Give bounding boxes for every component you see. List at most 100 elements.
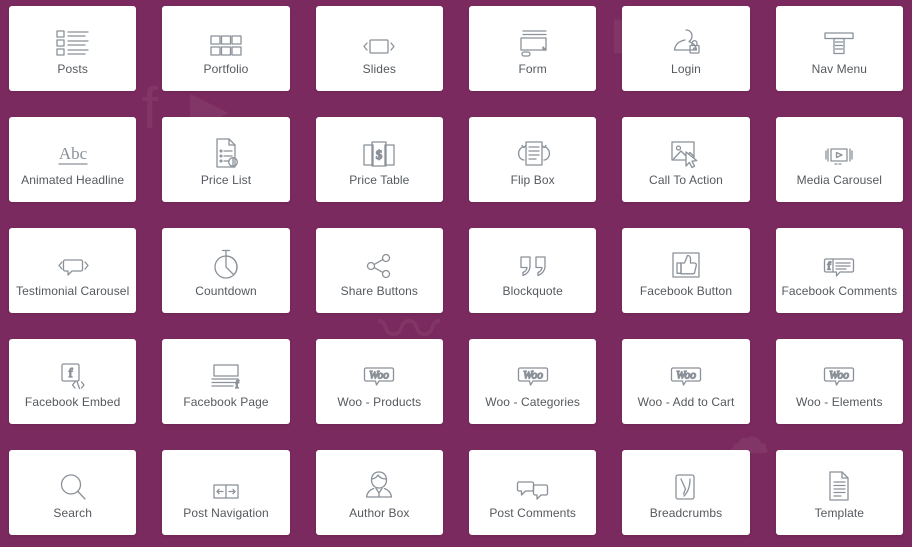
slides-icon [361, 20, 397, 58]
widget-card-price-list[interactable]: Price List [162, 117, 290, 202]
svg-text:Woo: Woo [829, 370, 849, 382]
media-carousel-icon [821, 131, 857, 169]
widget-card-label: Animated Headline [21, 173, 125, 188]
facebook-thumbs-up-icon [670, 242, 702, 280]
countdown-stopwatch-icon [211, 242, 241, 280]
widget-card-facebook-embed[interactable]: f Facebook Embed [9, 339, 137, 424]
widget-card-slides[interactable]: Slides [315, 6, 443, 91]
widget-card-label: Share Buttons [340, 284, 418, 299]
svg-text:f: f [827, 259, 831, 273]
widget-card-label: Search [53, 506, 92, 521]
widget-card-label: Woo - Categories [485, 395, 581, 410]
widget-card-label: Portfolio [203, 62, 249, 77]
woo-icon: Woo [362, 353, 396, 391]
woo-icon: Woo [516, 353, 550, 391]
widget-card-flip-box[interactable]: Flip Box [469, 117, 597, 202]
widget-card-label: Woo - Elements [796, 395, 883, 410]
widget-card-blockquote[interactable]: Blockquote [469, 228, 597, 313]
widget-card-price-table[interactable]: $ Price Table [315, 117, 443, 202]
widget-card-search[interactable]: Search [9, 450, 137, 535]
widget-card-label: Woo - Add to Cart [637, 395, 735, 410]
form-icon [516, 20, 550, 58]
widget-card-woo-products[interactable]: Woo Woo - Products [315, 339, 443, 424]
widget-card-woo-categories[interactable]: Woo Woo - Categories [469, 339, 597, 424]
price-list-icon [212, 131, 240, 169]
svg-text:$: $ [376, 147, 383, 162]
widget-card-nav-menu[interactable]: Nav Menu [775, 6, 903, 91]
widget-card-label: Author Box [349, 506, 410, 521]
facebook-embed-code-icon: f [58, 353, 88, 391]
widget-card-author-box[interactable]: Author Box [315, 450, 443, 535]
facebook-comments-icon: f [822, 242, 856, 280]
blockquote-quotes-icon [516, 242, 550, 280]
widget-card-breadcrumbs[interactable]: Breadcrumbs [622, 450, 750, 535]
widget-card-label: Post Comments [489, 506, 576, 521]
price-table-icon: $ [362, 131, 396, 169]
widget-card-post-navigation[interactable]: Post Navigation [162, 450, 290, 535]
widget-card-label: Form [518, 62, 547, 77]
widget-card-label: Blockquote [502, 284, 563, 299]
widget-card-label: Facebook Comments [781, 284, 898, 299]
woo-icon: Woo [822, 353, 856, 391]
widget-card-media-carousel[interactable]: Media Carousel [775, 117, 903, 202]
widget-card-facebook-button[interactable]: Facebook Button [622, 228, 750, 313]
widget-card-posts[interactable]: Posts [9, 6, 137, 91]
widget-card-woo-add-to-cart[interactable]: Woo Woo - Add to Cart [622, 339, 750, 424]
svg-text:f: f [68, 365, 73, 380]
widget-card-label: Post Navigation [183, 506, 269, 521]
svg-text:Woo: Woo [676, 370, 696, 382]
widget-card-label: Call To Action [649, 173, 723, 188]
widget-card-label: Woo - Products [337, 395, 422, 410]
widget-card-label: Slides [362, 62, 396, 77]
svg-text:f: f [235, 377, 239, 391]
widget-card-label: Template [814, 506, 865, 521]
widget-card-label: Price Table [349, 173, 410, 188]
template-document-icon [825, 464, 853, 502]
svg-text:Woo: Woo [523, 370, 543, 382]
portfolio-grid-icon [210, 20, 242, 58]
call-to-action-image-cursor-icon [669, 131, 703, 169]
widget-card-label: Facebook Embed [24, 395, 121, 410]
breadcrumbs-yoast-icon [671, 464, 701, 502]
widget-card-woo-elements[interactable]: Woo Woo - Elements [775, 339, 903, 424]
widget-card-label: Login [671, 62, 701, 77]
search-magnifier-icon [58, 464, 88, 502]
widget-card-label: Media Carousel [796, 173, 883, 188]
nav-menu-icon [823, 20, 855, 58]
widget-card-animated-headline[interactable]: Abc Animated Headline [9, 117, 137, 202]
widget-card-form[interactable]: Form [469, 6, 597, 91]
author-box-person-icon [363, 464, 395, 502]
widget-card-label: Testimonial Carousel [15, 284, 130, 299]
widget-card-label: Nav Menu [811, 62, 868, 77]
widget-card-testimonial-carousel[interactable]: Testimonial Carousel [9, 228, 137, 313]
login-user-lock-icon [670, 20, 702, 58]
post-comments-bubbles-icon [516, 464, 550, 502]
animated-headline-abc-icon: Abc [55, 131, 91, 169]
widget-card-label: Price List [200, 173, 252, 188]
widget-card-label: Facebook Page [183, 395, 269, 410]
widget-panel-grid: Posts Portfolio Slides Form Login Nav Me… [0, 0, 912, 547]
share-buttons-icon [363, 242, 395, 280]
testimonial-carousel-icon [55, 242, 91, 280]
svg-text:Abc: Abc [58, 144, 87, 163]
widget-card-template[interactable]: Template [775, 450, 903, 535]
widget-card-share-buttons[interactable]: Share Buttons [315, 228, 443, 313]
widget-card-label: Posts [57, 62, 88, 77]
post-navigation-arrows-icon [209, 464, 243, 502]
widget-card-post-comments[interactable]: Post Comments [469, 450, 597, 535]
widget-card-facebook-comments[interactable]: f Facebook Comments [775, 228, 903, 313]
widget-card-label: Facebook Button [639, 284, 733, 299]
svg-text:Woo: Woo [369, 370, 389, 382]
widget-card-login[interactable]: Login [622, 6, 750, 91]
widget-card-label: Flip Box [510, 173, 555, 188]
widget-card-portfolio[interactable]: Portfolio [162, 6, 290, 91]
woo-icon: Woo [669, 353, 703, 391]
widget-card-countdown[interactable]: Countdown [162, 228, 290, 313]
widget-card-label: Countdown [195, 284, 257, 299]
widget-card-facebook-page[interactable]: f Facebook Page [162, 339, 290, 424]
widget-card-label: Breadcrumbs [649, 506, 723, 521]
facebook-page-icon: f [209, 353, 243, 391]
posts-list-icon [55, 20, 91, 58]
widget-card-call-to-action[interactable]: Call To Action [622, 117, 750, 202]
flip-box-icon [516, 131, 550, 169]
